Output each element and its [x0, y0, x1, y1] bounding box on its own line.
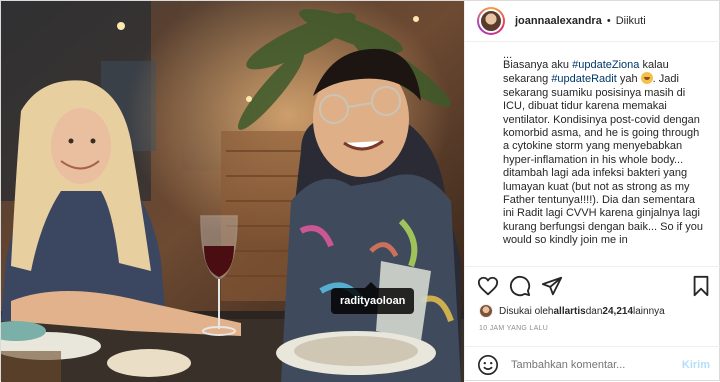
header-separator: • — [606, 15, 611, 27]
hashtag-link[interactable]: #updateRadit — [551, 73, 616, 85]
instagram-post: radityaoloan joannaalexandra • Diikuti .… — [0, 0, 720, 382]
caption-part3: yah — [616, 73, 641, 86]
comment-input[interactable] — [511, 358, 682, 371]
comment-icon[interactable] — [509, 275, 531, 297]
caption-area: ... Biasanya aku #updateZiona kalau seka… — [465, 42, 720, 266]
action-icons-row — [477, 275, 712, 297]
follow-status-button[interactable]: Diikuti — [616, 15, 646, 27]
liker-username[interactable]: allartis — [553, 306, 585, 317]
caption-part4: . Jadi sekarang suamiku posisinya masih … — [503, 73, 707, 247]
share-icon[interactable] — [541, 275, 563, 297]
post-sidebar: joannaalexandra • Diikuti ... Biasanya a… — [464, 1, 720, 382]
profile-avatar[interactable] — [477, 7, 505, 35]
likes-count[interactable]: 24,214 — [602, 306, 633, 317]
header-username[interactable]: joannaalexandra — [515, 15, 602, 27]
heart-icon[interactable] — [477, 275, 499, 297]
likes-prefix: Disukai oleh — [499, 305, 554, 317]
hashtag-link[interactable]: #updateZiona — [572, 59, 639, 71]
caption-text: Biasanya aku #updateZiona kalau sekarang… — [503, 59, 708, 248]
bookmark-icon[interactable] — [690, 275, 712, 297]
actions-area: Disukai oleh allartis dan 24,214 lainnya… — [465, 266, 720, 346]
liker-avatar[interactable] — [479, 304, 493, 318]
likes-suffix: lainnya — [633, 305, 665, 317]
grin-emoji-icon — [640, 72, 653, 85]
caption-part1: Biasanya aku — [503, 59, 573, 71]
likes-summary: Disukai oleh allartis dan 24,214 lainnya — [479, 304, 665, 318]
post-photo[interactable]: radityaoloan — [1, 1, 464, 382]
user-tag-label[interactable]: radityaoloan — [331, 282, 415, 314]
likes-middle: dan — [585, 305, 603, 317]
post-timestamp[interactable]: 10 JAM YANG LALU — [479, 325, 548, 332]
comment-bar: Kirim — [465, 346, 720, 382]
post-header: joannaalexandra • Diikuti — [465, 1, 720, 42]
more-options-indicator: ... — [503, 49, 513, 61]
post-comment-button[interactable]: Kirim — [682, 359, 710, 371]
smiley-icon[interactable] — [477, 354, 499, 376]
photo-illustration — [1, 1, 464, 382]
